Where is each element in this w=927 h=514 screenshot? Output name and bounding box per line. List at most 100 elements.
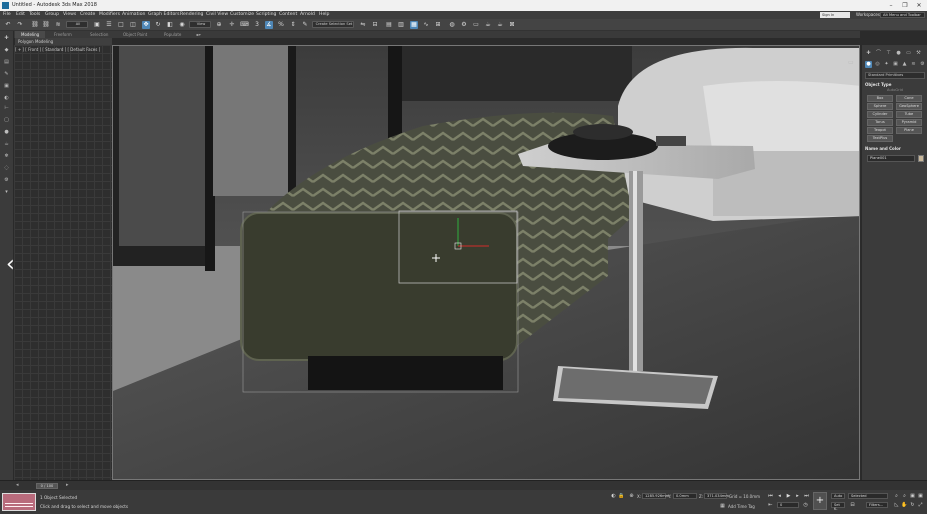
time-tag-icon[interactable]: ▦ [719,503,726,510]
sign-in-button[interactable]: Sign In [820,12,850,18]
mirror-icon[interactable]: ⇋ [359,21,367,29]
key-filters-button[interactable]: Filters... [866,502,888,508]
align-icon[interactable]: ⊟ [371,21,379,29]
select-object-icon[interactable]: ▣ [93,21,101,29]
auto-key-button[interactable]: Auto [831,493,845,499]
add-time-tag[interactable]: Add Time Tag [728,504,755,509]
create-tab-icon[interactable]: ✚ [865,50,872,57]
scene-explorer-icon[interactable]: ▤ [385,21,393,29]
window-crossing-icon[interactable]: ◫ [129,21,137,29]
rendered-frame-window-icon[interactable]: ▭ [472,21,480,29]
systems-icon[interactable]: ⚙ [919,61,926,68]
menu-file[interactable]: File [3,12,11,17]
select-move-icon[interactable]: ✥ [142,21,150,29]
cone-button[interactable]: Cone [896,95,922,102]
selection-filter-dropdown[interactable]: All [66,21,88,28]
menu-animation[interactable]: Animation [122,12,145,17]
brush-icon[interactable]: ✎ [3,71,10,77]
select-by-name-icon[interactable]: ☰ [105,21,113,29]
maximize-viewport-icon[interactable]: ⤢ [917,502,924,509]
name-color-rollout[interactable]: Name and Color [865,145,925,152]
tab-modeling[interactable]: Modeling [15,31,46,38]
selection-set-dropdown[interactable]: Create Selection Set [312,21,354,28]
zoom-all-icon[interactable]: ⌕ [901,493,908,500]
select-scale-icon[interactable]: ◧ [166,21,174,29]
hierarchy-tab-icon[interactable]: ⊤ [885,50,892,57]
tab-object-paint[interactable]: Object Paint [117,31,153,38]
menu-scripting[interactable]: Scripting [256,12,276,17]
zoom-extents-all-icon[interactable]: ▣ [917,493,924,500]
cylinder-button[interactable]: Cylinder [867,111,893,118]
menu-edit[interactable]: Edit [16,12,25,17]
workspace-select[interactable]: Alt Menu and Toolbar [880,12,925,18]
bone-icon[interactable]: ⊢ [3,105,10,111]
place-icon[interactable]: ◉ [178,21,186,29]
render-setup-icon[interactable]: ⚙ [460,21,468,29]
tube-button[interactable]: Tube [896,111,922,118]
time-config-icon[interactable]: ◷ [802,502,809,509]
select-icon[interactable]: ◆ [3,47,10,53]
torus-button[interactable]: Torus [867,119,893,126]
zoom-icon[interactable]: ⌕ [893,493,900,500]
maximize-button[interactable]: ❐ [898,1,912,10]
textplus-button[interactable]: TextPlus [867,135,893,142]
menu-civil-view[interactable]: Civil View [206,12,228,17]
menu-graph-editors[interactable]: Graph Editors [148,12,180,17]
reference-coordinate-dropdown[interactable]: View [189,21,211,28]
utilities-tab-icon[interactable]: ⚒ [915,50,922,57]
object-name-field[interactable]: Plane001 [867,155,915,162]
teapot-button[interactable]: Teapot [867,127,893,134]
menu-rendering[interactable]: Rendering [180,12,203,17]
settings-icon[interactable]: ⚙ [3,177,10,183]
undo-icon[interactable]: ↶ [4,21,12,29]
field-of-view-icon[interactable]: ◺ [893,502,900,509]
autogrid-checkbox[interactable]: AutoGrid [865,88,925,92]
object-type-title[interactable]: Object Type [865,81,925,88]
pan-icon[interactable]: ✋ [901,502,908,509]
tab-freeform[interactable]: Freeform [48,31,78,38]
timeline-right-icon[interactable]: ▸ [66,482,69,488]
helpers-icon[interactable]: ▲ [901,61,908,68]
key-filter-dropdown[interactable]: Selected [848,493,888,499]
viewcube-icon[interactable]: ▭ [848,59,854,66]
tab-populate[interactable]: Populate [158,31,187,38]
back-arrow-icon[interactable]: ‹ [6,252,15,277]
object-type-rollout[interactable]: Object Type [865,81,925,88]
object-color-swatch[interactable] [918,155,924,162]
ribbon-options-icon[interactable]: ▪▾ [190,31,207,38]
menu-modifiers[interactable]: Modifiers [99,12,120,17]
menu-create[interactable]: Create [80,12,95,17]
spinner-snap-icon[interactable]: ⇕ [289,21,297,29]
render-iterative-icon[interactable]: ☕ [496,21,504,29]
bind-space-warp-icon[interactable]: ≋ [54,21,62,29]
select-manipulate-icon[interactable]: ✛ [228,21,236,29]
play-icon[interactable]: ▶ [785,493,792,500]
primitive-category-select[interactable]: Standard Primitives [865,72,925,79]
render-active-shade-icon[interactable]: ⊠ [508,21,516,29]
name-color-title[interactable]: Name and Color [865,145,925,152]
box-button[interactable]: Box [867,95,893,102]
schematic-view-icon[interactable]: ⊞ [434,21,442,29]
rectangular-selection-icon[interactable]: □ [117,21,125,29]
redo-icon[interactable]: ↷ [16,21,24,29]
select-rotate-icon[interactable]: ↻ [154,21,162,29]
orbit-icon[interactable]: ↻ [909,502,916,509]
display-icon[interactable]: ▣ [3,83,10,89]
teapot-icon[interactable]: ☕ [3,141,10,147]
menu-views[interactable]: Views [63,12,76,17]
geometry-icon[interactable]: ● [865,61,872,68]
unlink-icon[interactable]: ⛓ [42,21,50,29]
menu-customize[interactable]: Customize [230,12,254,17]
curve-editor-icon[interactable]: ∿ [422,21,430,29]
hide-icon[interactable]: ◌ [3,165,10,171]
z-coordinate-field[interactable]: 371.034mm [704,493,729,499]
y-coordinate-field[interactable]: 0.0mm [673,493,697,499]
absolute-mode-icon[interactable]: ⊕ [628,493,635,500]
menu-help[interactable]: Help [319,12,329,17]
edit-named-selection-icon[interactable]: ✎ [301,21,309,29]
go-to-end-icon[interactable]: ⏭ [803,493,810,500]
pivot-center-icon[interactable]: ⊕ [215,21,223,29]
maxscript-listener-thumbnail[interactable] [2,493,36,511]
viewport-label[interactable]: [ + ] [ Front ] [ Standard ] [ Default F… [15,47,100,52]
minimize-button[interactable]: – [884,1,898,10]
